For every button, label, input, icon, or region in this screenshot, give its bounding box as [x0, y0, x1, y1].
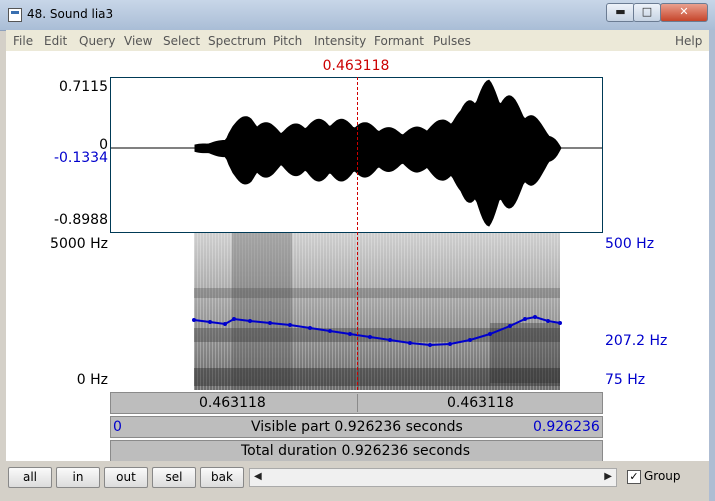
wave-cursor-value-label: -0.1334 [53, 150, 108, 166]
pitch-point [248, 319, 252, 323]
time-bar-left: 0.463118 [199, 395, 266, 411]
menu-formant[interactable]: Formant [374, 34, 424, 48]
spectrogram-top-label: 5000 Hz [50, 236, 108, 252]
pitch-point [348, 332, 352, 336]
pitch-point [408, 341, 412, 345]
menu-help[interactable]: Help [675, 34, 702, 48]
visible-part-bar[interactable]: 0 Visible part 0.926236 seconds 0.926236 [110, 416, 603, 438]
window-edge [709, 30, 715, 501]
zoom-all-button[interactable]: all [8, 467, 52, 488]
pitch-point [546, 319, 550, 323]
pitch-point [448, 342, 452, 346]
title-bar[interactable]: 48. Sound lia3 ▬ □ ✕ [0, 0, 715, 31]
minimize-button[interactable]: ▬ [606, 3, 635, 22]
zoom-back-button[interactable]: bak [200, 467, 244, 488]
pitch-point [208, 320, 212, 324]
zoom-out-button[interactable]: out [104, 467, 148, 488]
pitch-point [468, 338, 472, 342]
scroll-right-icon[interactable]: ▶ [604, 471, 612, 482]
pitch-cursor-label: 207.2 Hz [605, 333, 668, 349]
pitch-point [368, 335, 372, 339]
visible-end-label: 0.926236 [533, 419, 600, 435]
pitch-point [223, 322, 227, 326]
zoom-in-button[interactable]: in [56, 467, 100, 488]
window-icon [8, 8, 22, 22]
menu-intensity[interactable]: Intensity [314, 34, 366, 48]
zoom-selection-button[interactable]: sel [152, 467, 196, 488]
praat-sound-window: 48. Sound lia3 ▬ □ ✕ File Edit Query Vie… [0, 0, 715, 501]
menu-pitch[interactable]: Pitch [273, 34, 302, 48]
horizontal-scrollbar[interactable]: ◀ ▶ [249, 468, 617, 487]
pitch-point [268, 321, 272, 325]
pitch-point [488, 332, 492, 336]
wave-min-label: -0.8988 [53, 212, 108, 228]
cursor-time-label: 0.463118 [322, 58, 390, 74]
pitch-point [328, 329, 332, 333]
pitch-point [232, 317, 236, 321]
menu-bar: File Edit Query View Select Spectrum Pit… [6, 30, 709, 52]
visible-part-text: Visible part 0.926236 seconds [251, 419, 463, 435]
total-duration-text: Total duration 0.926236 seconds [241, 443, 470, 459]
total-duration-bar[interactable]: Total duration 0.926236 seconds [110, 440, 603, 462]
visible-start-label: 0 [113, 419, 122, 435]
menu-spectrum[interactable]: Spectrum [208, 34, 266, 48]
group-checkbox[interactable]: ✓ [627, 470, 641, 484]
cursor-line [357, 77, 358, 390]
time-bar-right: 0.463118 [447, 395, 514, 411]
pitch-point [192, 318, 196, 322]
time-bar-divider [357, 394, 358, 412]
pitch-point [308, 326, 312, 330]
group-label: Group [644, 469, 681, 483]
menu-view[interactable]: View [124, 34, 152, 48]
menu-pulses[interactable]: Pulses [433, 34, 471, 48]
pitch-point [508, 324, 512, 328]
pitch-point [533, 315, 537, 319]
wave-max-label: 0.7115 [59, 79, 108, 95]
close-button[interactable]: ✕ [660, 3, 708, 22]
pitch-point [428, 343, 432, 347]
pitch-point [558, 321, 562, 325]
pitch-bottom-label: 75 Hz [605, 372, 646, 388]
scroll-left-icon[interactable]: ◀ [254, 471, 262, 482]
menu-file[interactable]: File [13, 34, 33, 48]
time-bar[interactable]: 0.463118 0.463118 [110, 392, 603, 414]
pitch-point [288, 323, 292, 327]
menu-query[interactable]: Query [79, 34, 115, 48]
pitch-point [523, 317, 527, 321]
pitch-point [388, 338, 392, 342]
maximize-button[interactable]: □ [633, 3, 661, 22]
pitch-top-label: 500 Hz [605, 236, 655, 252]
menu-edit[interactable]: Edit [44, 34, 67, 48]
window-title: 48. Sound lia3 [27, 7, 114, 21]
spectrogram-bottom-label: 0 Hz [76, 372, 108, 388]
menu-select[interactable]: Select [163, 34, 200, 48]
